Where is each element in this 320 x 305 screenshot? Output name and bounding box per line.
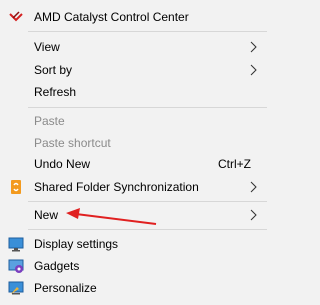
menu-item-display-settings[interactable]: Display settings — [0, 233, 269, 255]
shared-folder-sync-icon — [11, 180, 21, 194]
menu-item-label: Display settings — [34, 237, 119, 251]
gadgets-icon — [8, 259, 24, 273]
menu-item-label: New — [34, 208, 59, 222]
menu-item-label: Undo New — [34, 157, 91, 171]
menu-item-shared-folder-sync[interactable]: Shared Folder Synchronization — [0, 176, 269, 198]
display-settings-icon — [8, 237, 24, 252]
menu-item-personalize[interactable]: Personalize — [0, 277, 269, 299]
chevron-right-icon — [250, 41, 257, 53]
menu-item-label: Sort by — [34, 63, 73, 77]
menu-item-label: AMD Catalyst Control Center — [34, 10, 189, 24]
menu-item-refresh[interactable]: Refresh — [0, 81, 269, 103]
menu-item-sort-by[interactable]: Sort by — [0, 59, 269, 81]
menu-item-gadgets[interactable]: Gadgets — [0, 255, 269, 277]
chevron-right-icon — [250, 64, 257, 76]
menu-item-undo-new[interactable]: Undo New Ctrl+Z — [0, 153, 269, 175]
amd-catalyst-icon — [9, 11, 23, 22]
menu-separator — [28, 107, 267, 108]
chevron-right-icon — [250, 181, 257, 193]
menu-item-label: Gadgets — [34, 259, 80, 273]
menu-item-label: Personalize — [34, 281, 97, 295]
menu-item-view[interactable]: View — [0, 36, 269, 58]
menu-item-amd-catalyst[interactable]: AMD Catalyst Control Center — [0, 6, 269, 28]
menu-item-label: Refresh — [34, 85, 77, 99]
menu-separator — [28, 31, 267, 32]
menu-item-new[interactable]: New — [0, 204, 269, 226]
shortcut-text: Ctrl+Z — [218, 157, 251, 171]
chevron-right-icon — [250, 209, 257, 221]
menu-item-label: Shared Folder Synchronization — [34, 180, 199, 194]
desktop-context-menu: AMD Catalyst Control Center View Sort by… — [0, 0, 269, 305]
menu-separator — [28, 201, 267, 202]
menu-item-paste: Paste — [0, 110, 269, 132]
menu-item-label: View — [34, 40, 60, 54]
menu-separator — [28, 229, 267, 230]
personalize-icon — [8, 281, 24, 295]
menu-item-label: Paste shortcut — [34, 136, 111, 150]
menu-item-label: Paste — [34, 114, 65, 128]
menu-item-paste-shortcut: Paste shortcut — [0, 132, 269, 154]
